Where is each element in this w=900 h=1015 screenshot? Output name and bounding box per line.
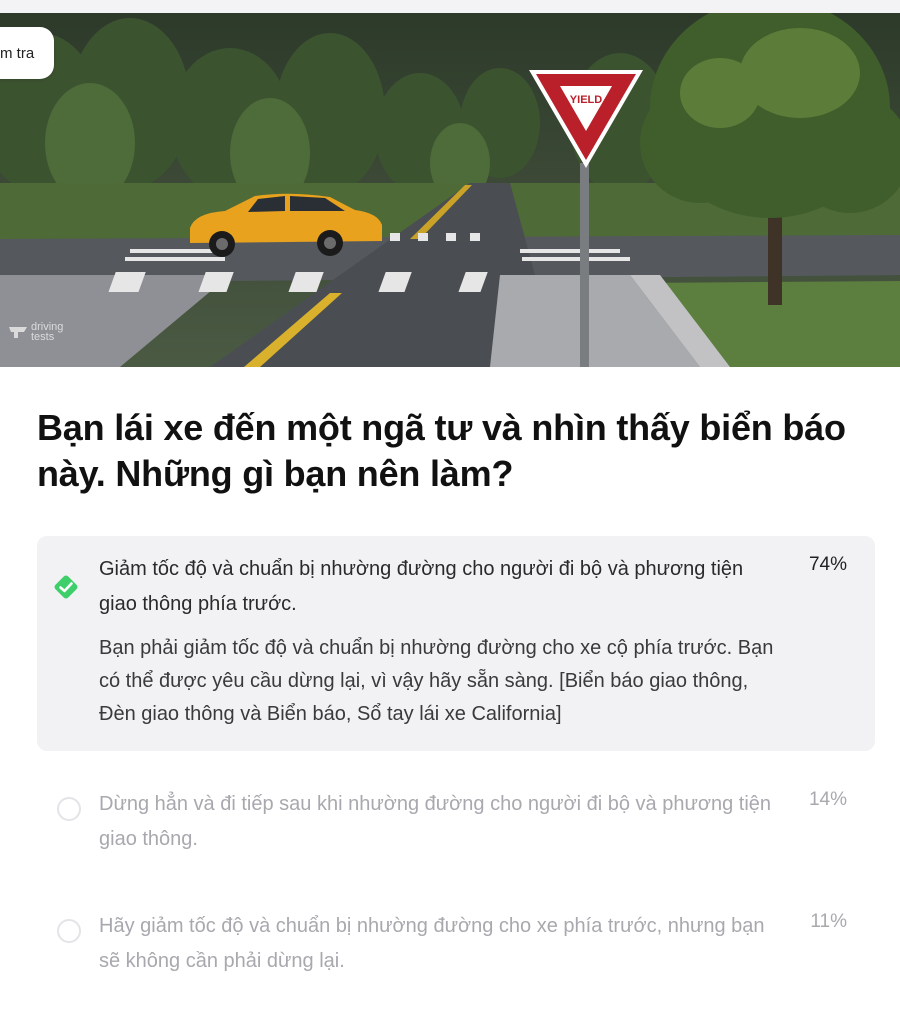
driving-tests-watermark: driving tests [8,322,63,343]
top-strip [0,0,900,13]
radio-circle-icon[interactable] [57,797,81,821]
test-badge-label: m tra [0,44,35,62]
answer-option-2[interactable]: Dừng hẳn và đi tiếp sau khi nhường đường… [37,771,875,873]
answer-explanation: Bạn phải giảm tốc độ và chuẩn bị nhường … [99,637,774,725]
answer-text: Giảm tốc độ và chuẩn bị nhường đường cho… [99,558,744,615]
question-text: Bạn lái xe đến một ngã tư và nhìn thấy b… [37,407,846,494]
answer-percent: 14% [808,789,847,810]
answer-text: Hãy giảm tốc độ và chuẩn bị nhường đường… [99,915,765,972]
answer-percent: 74% [808,554,847,575]
answer-percent: 11% [810,911,847,932]
answer-option-1[interactable]: Giảm tốc độ và chuẩn bị nhường đường cho… [37,536,875,751]
question-illustration: YIELD m tra [0,13,900,367]
intersection-scene: YIELD [0,13,900,367]
driving-tests-logo-icon [9,327,27,338]
radio-circle-icon[interactable] [57,919,81,943]
watermark-line2: tests [31,331,55,343]
answer-text: Dừng hẳn và đi tiếp sau khi nhường đường… [99,793,772,850]
test-badge[interactable]: m tra [0,27,55,79]
yield-sign-text: YIELD [570,94,602,106]
check-diamond-icon [54,575,78,599]
answer-list: Giảm tốc độ và chuẩn bị nhường đường cho… [37,536,875,1015]
